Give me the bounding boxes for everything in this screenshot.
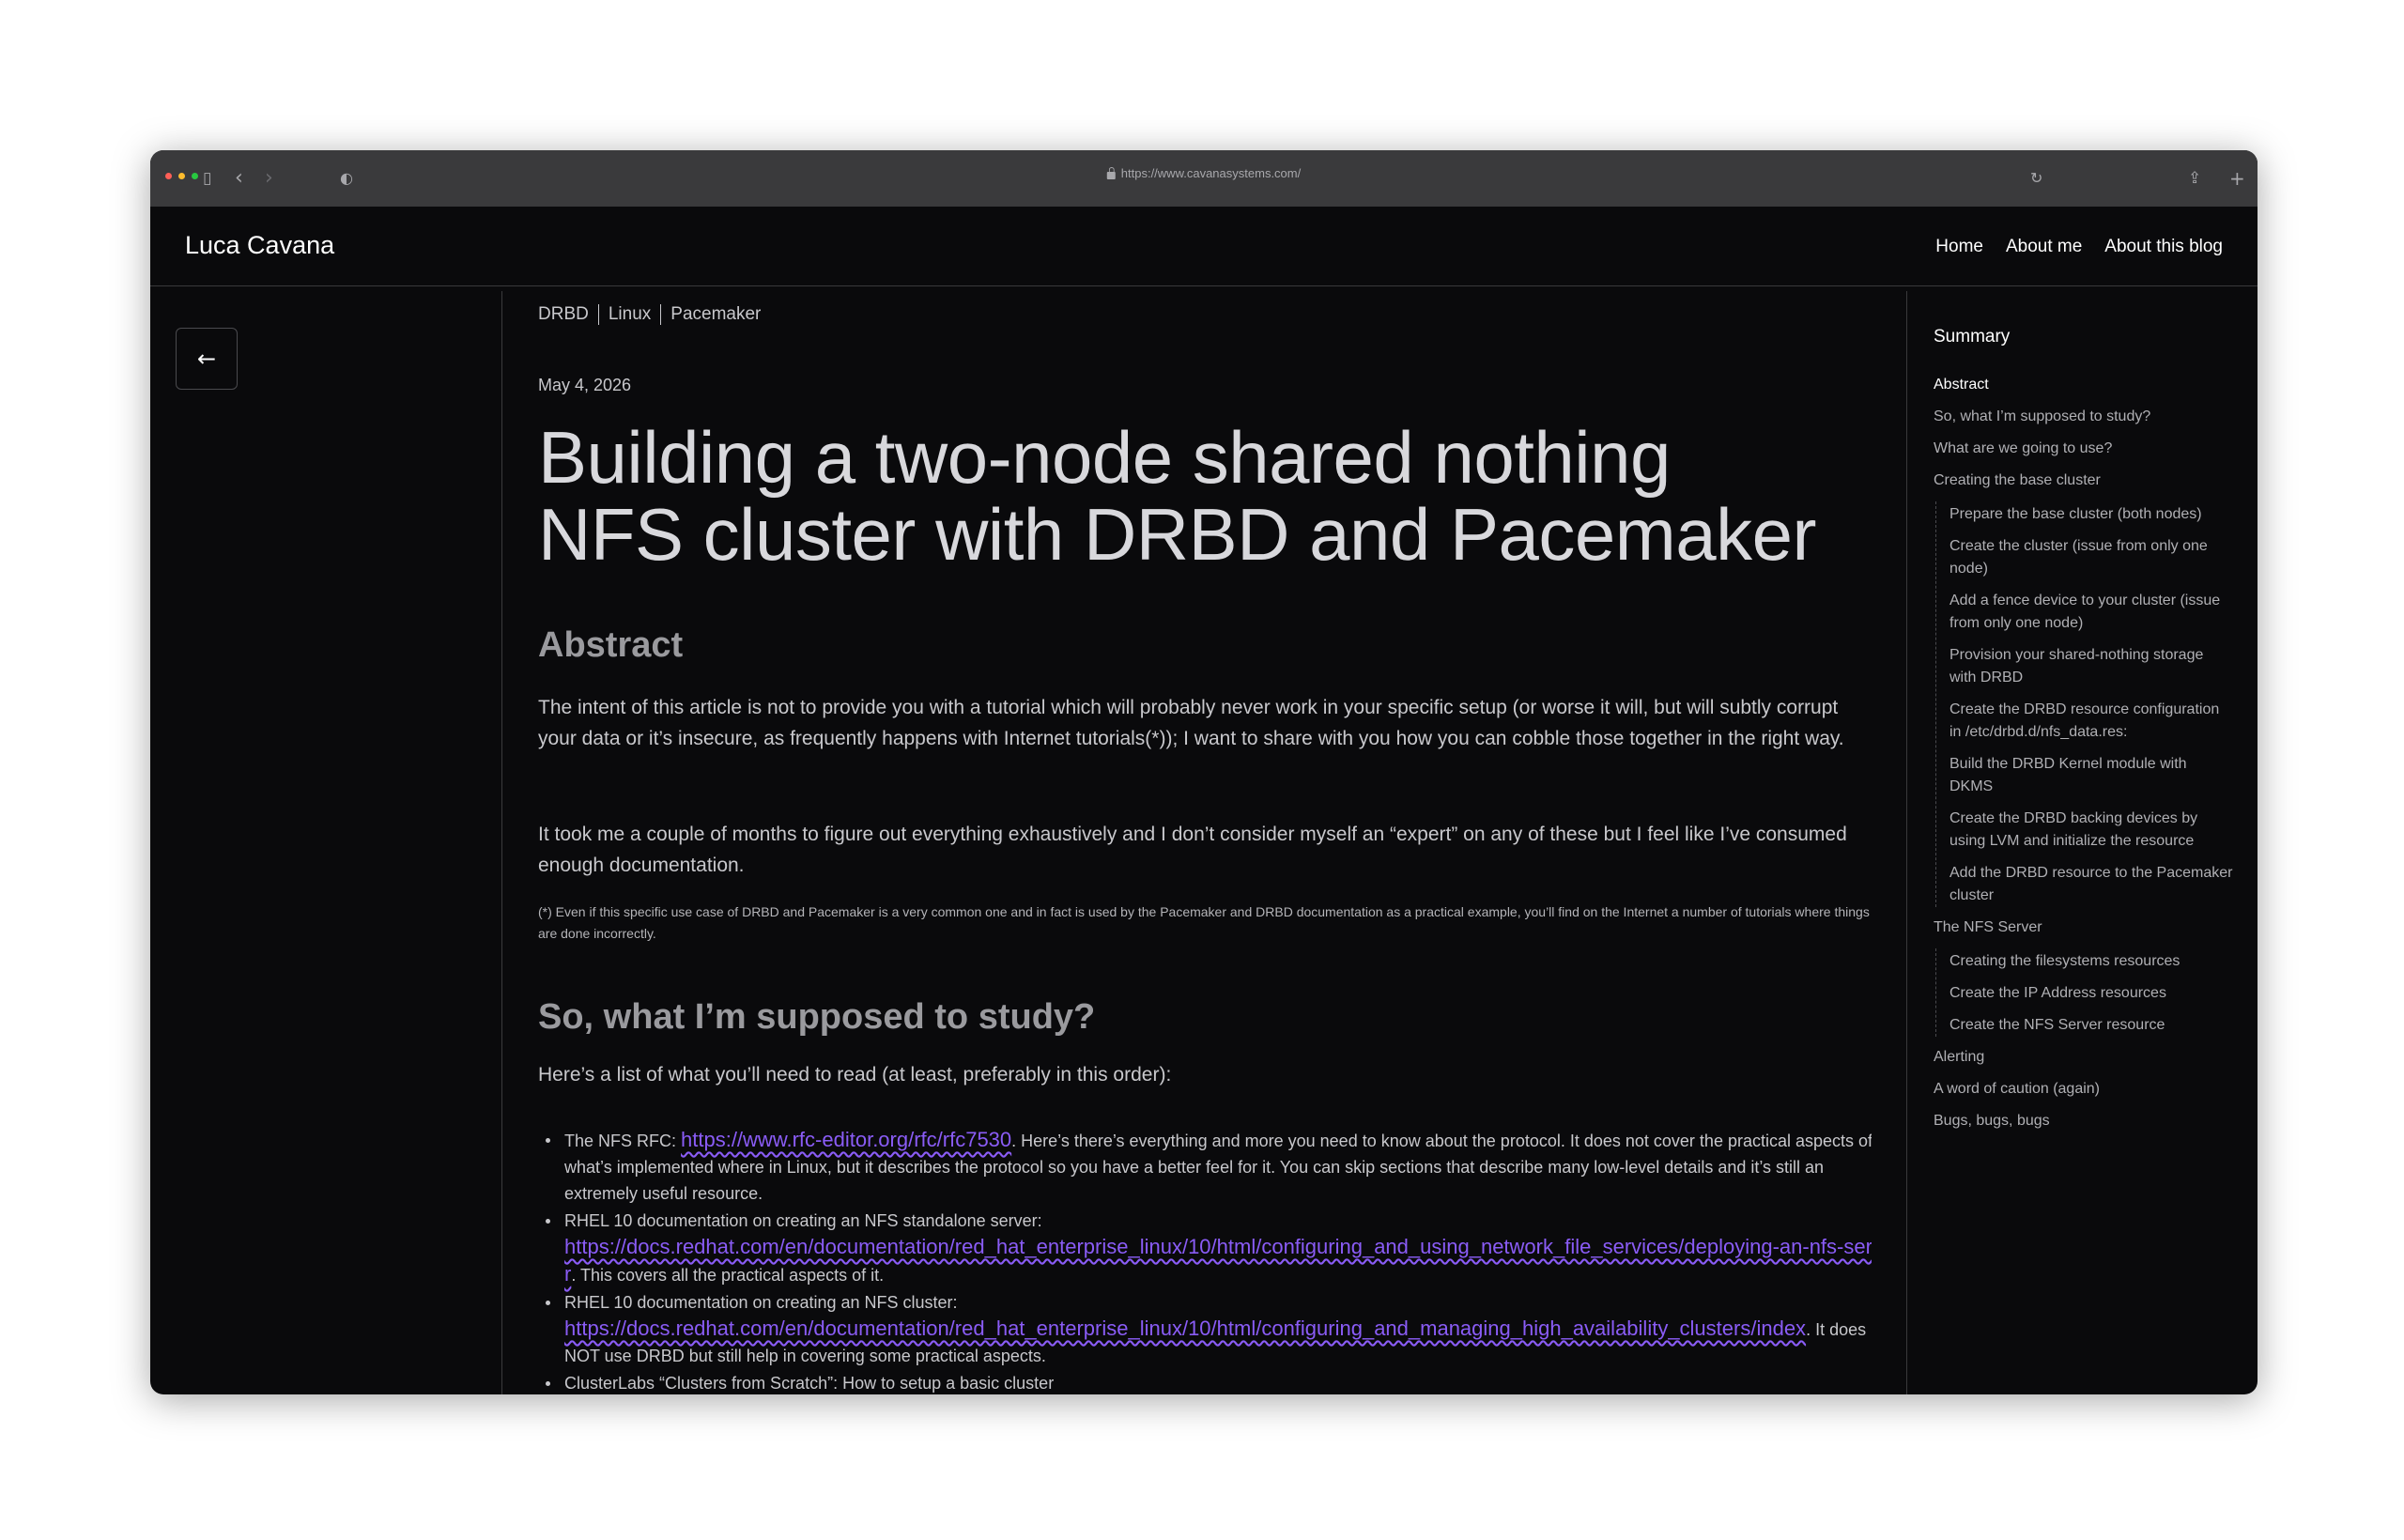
window-controls bbox=[165, 173, 198, 179]
toc-item-nfs-server[interactable]: The NFS Server bbox=[1934, 916, 2234, 939]
main-nav: Home About me About this blog bbox=[1935, 237, 2223, 257]
study-intro: Here’s a list of what you’ll need to rea… bbox=[538, 1064, 1172, 1086]
nav-about-me[interactable]: About me bbox=[2006, 237, 2082, 257]
forward-nav-icon[interactable]: › bbox=[265, 165, 273, 192]
back-nav-icon[interactable]: ‹ bbox=[235, 165, 243, 192]
toc-item-abstract[interactable]: Abstract bbox=[1934, 374, 2234, 396]
back-button[interactable]: ← bbox=[176, 328, 238, 390]
rhel-nfs-cluster-link[interactable]: https://docs.redhat.com/en/documentation… bbox=[564, 1317, 1806, 1340]
abstract-paragraph: It took me a couple of months to figure … bbox=[538, 824, 1847, 876]
toc-subitem[interactable]: Add the DRBD resource to the Pacemaker c… bbox=[1949, 862, 2234, 907]
lock-icon bbox=[1106, 166, 1116, 179]
close-window-button[interactable] bbox=[165, 173, 172, 179]
toc-item-base-cluster[interactable]: Creating the base cluster bbox=[1934, 470, 2234, 492]
privacy-shield-icon[interactable]: ◐ bbox=[340, 165, 353, 192]
toc-subitem[interactable]: Provision your shared-nothing storage wi… bbox=[1949, 644, 2234, 689]
toc-subitem[interactable]: Prepare the base cluster (both nodes) bbox=[1949, 503, 2234, 526]
url-text: https://www.cavanasystems.com/ bbox=[1120, 166, 1302, 180]
toc-subitem[interactable]: Create the IP Address resources bbox=[1949, 982, 2234, 1005]
toc-subitem[interactable]: Build the DRBD Kernel module with DKMS bbox=[1949, 753, 2234, 798]
site-title[interactable]: Luca Cavana bbox=[185, 231, 334, 260]
toc-item-caution[interactable]: A word of caution (again) bbox=[1934, 1078, 2234, 1101]
title-line: Building a two-node shared nothing bbox=[538, 416, 1671, 499]
tag[interactable]: DRBD bbox=[538, 304, 599, 325]
tag-list: DRBD Linux Pacemaker bbox=[538, 304, 770, 325]
table-of-contents: Abstract So, what I’m supposed to study?… bbox=[1934, 374, 2234, 1142]
post-date: May 4, 2026 bbox=[538, 376, 632, 394]
reload-icon[interactable]: ↻ bbox=[2030, 165, 2042, 192]
site-header: Luca Cavana Home About me About this blo… bbox=[150, 207, 2258, 286]
toc-subsection: Prepare the base cluster (both nodes) Cr… bbox=[1935, 501, 2234, 907]
address-bar[interactable]: https://www.cavanasystems.com/ bbox=[1106, 166, 1302, 180]
article-title: Building a two-node shared nothing NFS c… bbox=[538, 419, 1853, 573]
article: DRBD Linux Pacemaker May 4, 2026 Buildin… bbox=[538, 291, 1872, 1394]
browser-window: ▯ ‹ › ◐ https://www.cavanasystems.com/ ↻… bbox=[150, 150, 2258, 1394]
arrow-left-icon: ← bbox=[196, 346, 217, 372]
toc-subitem[interactable]: Create the cluster (issue from only one … bbox=[1949, 535, 2234, 580]
nav-about-blog[interactable]: About this blog bbox=[2104, 237, 2223, 257]
toc-subitem[interactable]: Creating the filesystems resources bbox=[1949, 950, 2234, 973]
toc-item-alerting[interactable]: Alerting bbox=[1934, 1046, 2234, 1069]
toc-subitem[interactable]: Create the DRBD backing devices by using… bbox=[1949, 808, 2234, 853]
footnote: (*) Even if this specific use case of DR… bbox=[538, 904, 1870, 941]
tag[interactable]: Linux bbox=[599, 304, 662, 325]
toc-item-bugs[interactable]: Bugs, bugs, bugs bbox=[1934, 1110, 2234, 1132]
list-item: RHEL 10 documentation on creating an NFS… bbox=[546, 1289, 1872, 1369]
browser-toolbar: ▯ ‹ › ◐ https://www.cavanasystems.com/ ↻… bbox=[150, 150, 2258, 208]
toc-subitem[interactable]: Create the DRBD resource configuration i… bbox=[1949, 699, 2234, 744]
zoom-window-button[interactable] bbox=[192, 173, 198, 179]
title-line: NFS cluster with DRBD and Pacemaker bbox=[538, 493, 1816, 576]
study-heading: So, what I’m supposed to study? bbox=[538, 997, 1096, 1037]
rfc-link[interactable]: https://www.rfc-editor.org/rfc/rfc7530 bbox=[681, 1128, 1011, 1151]
toc-subsection: Creating the filesystems resources Creat… bbox=[1935, 948, 2234, 1037]
toc-subitem[interactable]: Create the NFS Server resource bbox=[1949, 1014, 2234, 1037]
toc-item-study[interactable]: So, what I’m supposed to study? bbox=[1934, 406, 2234, 428]
toc-subitem[interactable]: Add a fence device to your cluster (issu… bbox=[1949, 590, 2234, 635]
summary-title: Summary bbox=[1934, 327, 2011, 346]
tag[interactable]: Pacemaker bbox=[661, 304, 770, 325]
sidebar-toggle-icon[interactable]: ▯ bbox=[203, 165, 211, 192]
minimize-window-button[interactable] bbox=[178, 173, 185, 179]
abstract-heading: Abstract bbox=[538, 625, 684, 665]
list-item: RHEL 10 documentation on creating an NFS… bbox=[546, 1208, 1872, 1288]
summary-sidebar: Summary Abstract So, what I’m supposed t… bbox=[1906, 291, 2258, 1394]
abstract-paragraph: The intent of this article is not to pro… bbox=[538, 697, 1844, 749]
list-item: The NFS RFC: https://www.rfc-editor.org/… bbox=[546, 1127, 1872, 1207]
nav-home[interactable]: Home bbox=[1935, 237, 1983, 257]
list-item: ClusterLabs “Clusters from Scratch”: How… bbox=[546, 1370, 1872, 1394]
toc-item-use[interactable]: What are we going to use? bbox=[1934, 438, 2234, 460]
share-icon[interactable]: ⇪ bbox=[2188, 165, 2201, 192]
new-tab-icon[interactable]: + bbox=[2229, 165, 2245, 192]
left-column: ← bbox=[150, 291, 502, 1394]
reading-list: The NFS RFC: https://www.rfc-editor.org/… bbox=[538, 1127, 1872, 1394]
